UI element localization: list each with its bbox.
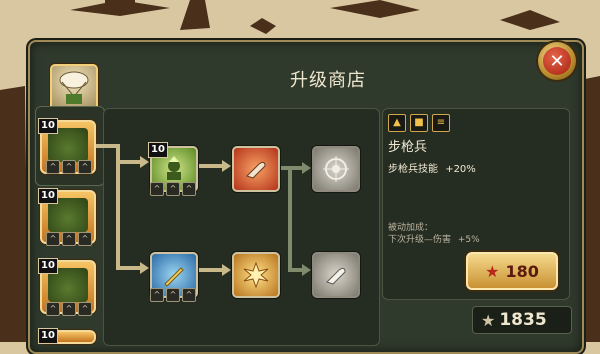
rank-chevron-icon: ^: [62, 302, 76, 316]
skill-bullet[interactable]: [232, 146, 280, 192]
purchase-price: 180: [505, 261, 539, 281]
skill-rank-row: ^ ^ ^: [150, 288, 196, 302]
rank-chevron-icon: ^: [46, 302, 60, 316]
rank-chevron-icon: ^: [78, 302, 92, 316]
explosion-icon: [234, 254, 278, 296]
stat-label: 步枪兵技能: [388, 164, 438, 175]
tree-connector: [116, 266, 142, 270]
passive-title: 被动加成：: [388, 223, 434, 233]
unit-rank-row: ^ ^ ^: [46, 232, 92, 246]
rank-chevron-icon: ^: [150, 288, 164, 302]
rank-chevron-icon: ^: [78, 160, 92, 174]
unit-stat: 步枪兵技能 +20%: [388, 160, 476, 175]
unit-level-badge: 10: [38, 118, 58, 134]
skill-rank-row: ^ ^ ^: [150, 182, 196, 196]
close-button[interactable]: ✕: [538, 42, 576, 80]
tree-connector: [96, 144, 118, 148]
tree-connector-locked: [288, 166, 292, 270]
shop-title: 升级商店: [290, 70, 366, 91]
silver-bullet-icon: [314, 254, 358, 296]
tree-connector: [196, 164, 224, 168]
tree-connector: [196, 268, 224, 272]
rank-chevron-icon: ^: [78, 232, 92, 246]
rank-chevron-icon: ^: [182, 182, 196, 196]
rifles-icon: ≡: [432, 114, 450, 132]
unit-name: 步枪兵: [388, 140, 428, 155]
currency-wallet: ★ 1835: [472, 306, 572, 334]
arrow-right-icon: [222, 160, 231, 172]
rank-chevron-icon: ^: [46, 160, 60, 174]
arrow-right-icon: [222, 264, 231, 276]
skill-level-badge: 10: [148, 142, 168, 158]
purchase-button[interactable]: ★ 180: [466, 252, 558, 290]
passive-bonus: 被动加成： 下次升级—伤害 +5%: [388, 222, 480, 246]
passive-text: 下次升级—伤害: [388, 235, 452, 245]
skill-silver-bullet[interactable]: [312, 252, 360, 298]
unit-rank-row: ^ ^ ^: [46, 160, 92, 174]
star-icon: ★: [481, 310, 496, 330]
paratrooper-icon[interactable]: [50, 64, 98, 112]
unit-level-badge: 10: [38, 188, 58, 204]
rank-chevron-icon: ^: [166, 182, 180, 196]
rank-chevron-icon: ^: [62, 232, 76, 246]
crate-icon: ■: [410, 114, 428, 132]
unit-level-badge: 10: [38, 258, 58, 274]
arrow-right-icon: [302, 162, 311, 174]
close-x-icon: ✕: [543, 47, 571, 75]
gun-icon: ▲: [388, 114, 406, 132]
rank-chevron-icon: ^: [166, 288, 180, 302]
rank-chevron-icon: ^: [62, 160, 76, 174]
stat-value: +20%: [445, 164, 476, 175]
target-icon: [314, 148, 358, 190]
bullet-icon: [234, 148, 278, 190]
passive-value: +5%: [457, 235, 480, 245]
currency-amount: 1835: [499, 310, 547, 330]
rank-chevron-icon: ^: [150, 182, 164, 196]
unit-rank-row: ^ ^ ^: [46, 302, 92, 316]
rank-chevron-icon: ^: [46, 232, 60, 246]
info-icon-row: ▲ ■ ≡: [388, 114, 450, 132]
star-icon: ★: [485, 261, 500, 281]
skill-explosion[interactable]: [232, 252, 280, 298]
arrow-right-icon: [140, 262, 149, 274]
skill-target[interactable]: [312, 146, 360, 192]
rank-chevron-icon: ^: [182, 288, 196, 302]
arrow-right-icon: [302, 264, 311, 276]
skill-tree-area: [103, 108, 380, 346]
parachute-icon: [59, 71, 89, 104]
tree-connector: [116, 160, 142, 164]
